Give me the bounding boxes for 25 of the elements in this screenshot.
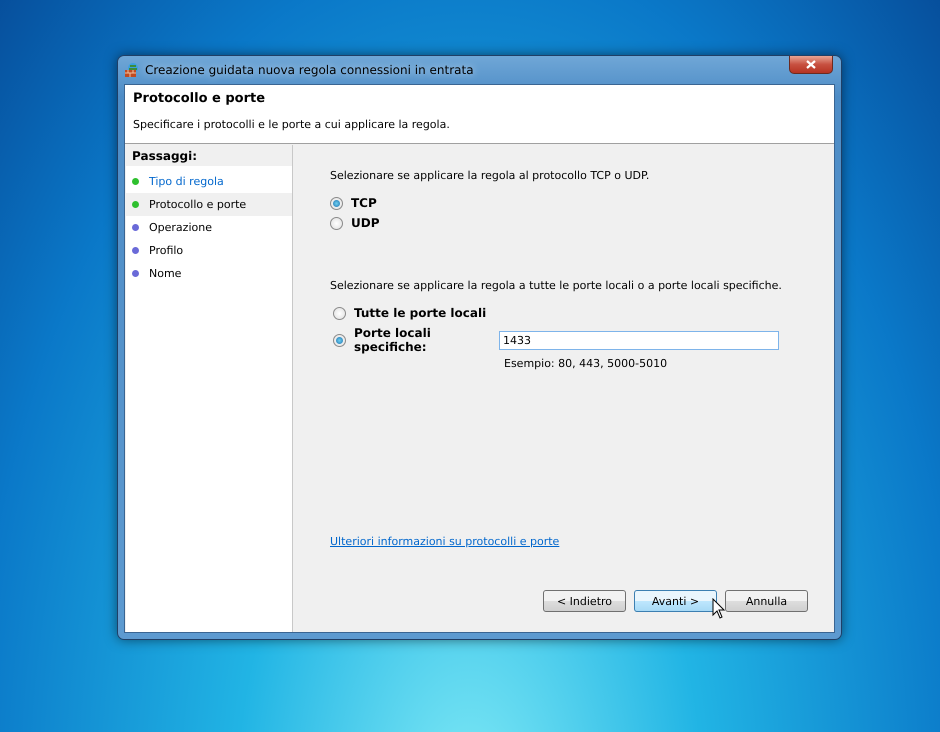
step-item[interactable]: Operazione <box>126 216 292 239</box>
protocol-radio[interactable]: UDP <box>330 216 834 230</box>
protocol-radio[interactable]: TCP <box>330 196 834 210</box>
wizard-button[interactable]: < Indietro <box>543 590 626 612</box>
protocol-prompt: Selezionare se applicare la regola al protocollo TCP o UDP. <box>330 169 650 182</box>
help-link[interactable]: Ulteriori informazioni su protocolli e porte <box>330 535 560 548</box>
page-subtitle: Specificare i protocolli e le porte a cui applicare la regola. <box>133 118 451 131</box>
close-button[interactable] <box>789 56 833 74</box>
steps-heading: Passaggi: <box>126 145 292 166</box>
firewall-icon <box>124 62 140 78</box>
ports-radio[interactable]: Tutte le porte locali <box>333 306 499 320</box>
step-item[interactable]: Nome <box>126 262 292 285</box>
close-icon <box>806 60 816 69</box>
wizard-button[interactable]: Annulla <box>725 590 808 612</box>
cursor-icon <box>712 598 725 619</box>
step-item[interactable]: Tipo di regola <box>126 170 292 193</box>
step-item[interactable]: Profilo <box>126 239 292 262</box>
ports-example: Esempio: 80, 443, 5000-5010 <box>504 357 668 370</box>
ports-radio[interactable]: Porte locali specifiche: <box>333 326 499 354</box>
window-title: Creazione guidata nuova regola connessioni in entrata <box>145 63 474 77</box>
ports-prompt: Selezionare se applicare la regola a tutte le porte locali o a porte locali specifiche. <box>330 279 783 292</box>
ports-field[interactable]: 1433 <box>499 330 779 350</box>
wizard-button[interactable]: Avanti > <box>634 590 717 612</box>
step-item[interactable]: Protocollo e porte <box>126 193 292 216</box>
page-title: Protocollo e porte <box>133 91 266 106</box>
